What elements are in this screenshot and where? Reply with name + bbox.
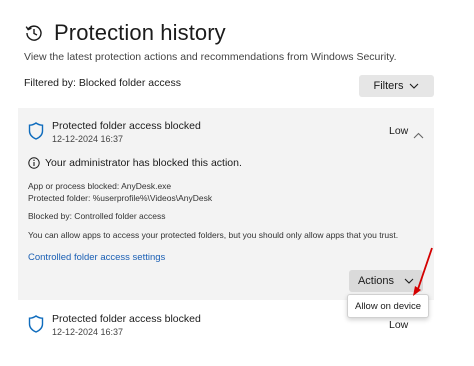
controlled-folder-access-link[interactable]: Controlled folder access settings xyxy=(28,252,165,263)
filters-button-label: Filters xyxy=(373,80,404,92)
item-title[interactable]: Protected folder access blocked xyxy=(52,313,201,325)
detail-blocked-by: Blocked by: Controlled folder access xyxy=(28,211,166,221)
page-header: Protection history xyxy=(24,20,226,46)
item-date: 12-12-2024 16:37 xyxy=(52,134,124,144)
severity-label: Low xyxy=(389,125,409,137)
shield-icon xyxy=(28,315,44,333)
shield-icon xyxy=(28,122,44,140)
menu-item-allow-on-device[interactable]: Allow on device xyxy=(355,301,421,312)
item-title: Protected folder access blocked xyxy=(52,120,201,132)
admin-notice-text: Your administrator has blocked this acti… xyxy=(45,157,242,169)
detail-protected-folder: Protected folder: %userprofile%\Videos\A… xyxy=(28,193,213,203)
admin-notice: Your administrator has blocked this acti… xyxy=(28,157,242,169)
item-date: 12-12-2024 16:37 xyxy=(52,327,124,337)
severity-label: Low xyxy=(389,319,409,331)
filter-label: Filtered by: Blocked folder access xyxy=(24,77,181,89)
actions-button-label: Actions xyxy=(357,275,395,287)
chevron-down-icon xyxy=(409,83,419,89)
page-subtitle: View the latest protection actions and r… xyxy=(24,51,397,63)
info-icon xyxy=(28,157,40,169)
detail-app-blocked: App or process blocked: AnyDesk.exe xyxy=(28,181,172,191)
history-icon xyxy=(24,23,44,43)
detail-allow-advice: You can allow apps to access your protec… xyxy=(28,230,399,240)
page-title: Protection history xyxy=(54,20,226,45)
chevron-up-icon[interactable] xyxy=(413,126,424,144)
annotation-arrow xyxy=(413,247,433,296)
filters-button[interactable]: Filters xyxy=(359,75,434,97)
